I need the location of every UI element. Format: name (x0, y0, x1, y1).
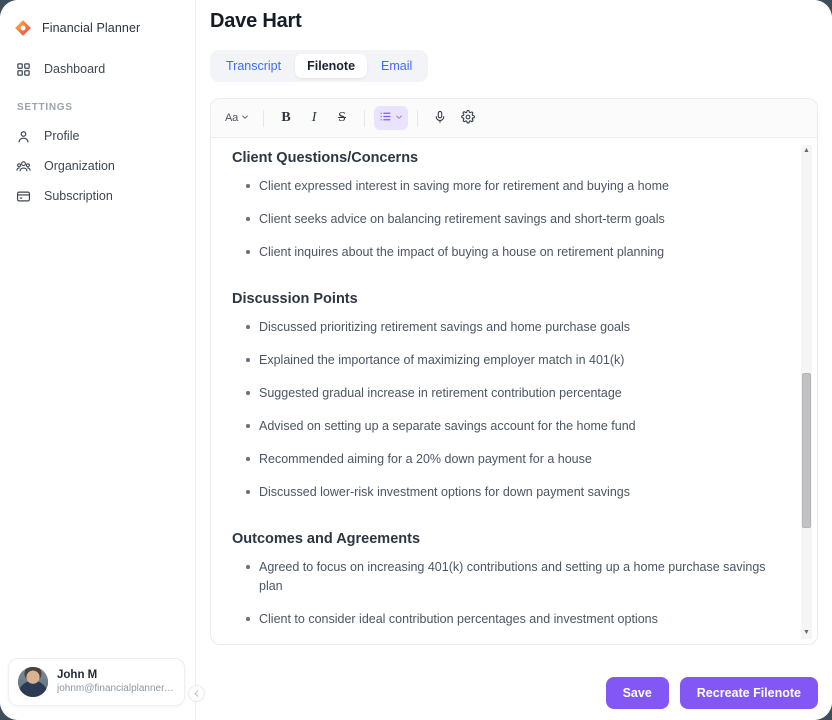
toolbar-divider (417, 109, 419, 127)
sidebar-item-dashboard[interactable]: Dashboard (0, 54, 195, 84)
sidebar-item-organization[interactable]: Organization (0, 151, 195, 181)
document-body: Client Questions/Concerns Client express… (221, 150, 787, 644)
brand[interactable]: Financial Planner (0, 0, 195, 42)
main-content: Dave Hart Transcript Filenote Email Aa B (196, 0, 832, 720)
tab-transcript[interactable]: Transcript (214, 54, 293, 78)
list-item: Suggested gradual increase in retirement… (221, 377, 787, 410)
action-bar: Save Recreate Filenote (605, 677, 818, 709)
recreate-filenote-button[interactable]: Recreate Filenote (679, 677, 818, 709)
font-style-dropdown[interactable]: Aa (220, 106, 254, 130)
chevron-down-icon (241, 113, 249, 123)
section-list: Agreed to focus on increasing 401(k) con… (221, 551, 787, 644)
tab-bar: Transcript Filenote Email (210, 50, 429, 82)
list-item: Client inquires about the impact of buyi… (221, 236, 787, 269)
section-heading: Discussion Points (232, 291, 358, 307)
sidebar: Financial Planner Dashboard SETTINGS Pro… (0, 0, 205, 720)
bulleted-list-icon (379, 110, 392, 126)
scrollbar-thumb[interactable] (802, 373, 811, 529)
scrollbar-track[interactable] (802, 157, 811, 627)
toolbar-divider (263, 109, 265, 127)
user-profile-card[interactable]: John M johnm@financialplanner.com (8, 658, 185, 706)
list-item: Advised on setting up a separate savings… (221, 410, 787, 443)
bold-button[interactable]: B (273, 106, 299, 130)
page-title: Dave Hart (210, 10, 302, 32)
list-item: Recommended aiming for a 20% down paymen… (221, 443, 787, 476)
tab-filenote[interactable]: Filenote (295, 54, 368, 78)
user-icon (15, 128, 32, 145)
italic-button[interactable]: I (301, 106, 327, 130)
sidebar-section-settings: SETTINGS (17, 102, 73, 113)
sidebar-item-profile[interactable]: Profile (0, 121, 195, 151)
list-item: Client to consider ideal contribution pe… (221, 603, 787, 636)
arrow-left-circle-icon[interactable] (188, 685, 205, 702)
toolbar-divider (364, 109, 366, 127)
primary-nav: Dashboard SETTINGS Profile Organization … (0, 54, 195, 211)
section-list: Client expressed interest in saving more… (221, 170, 787, 269)
brand-name: Financial Planner (42, 20, 141, 35)
user-email: johnm@financialplanner.com (57, 683, 175, 694)
section-heading: Client Questions/Concerns (232, 150, 419, 166)
scroll-down-arrow-icon[interactable]: ▼ (803, 627, 810, 639)
grid-icon (15, 61, 32, 78)
filenote-document[interactable]: Client Questions/Concerns Client express… (211, 138, 817, 644)
scroll-up-arrow-icon[interactable]: ▲ (803, 145, 810, 157)
microphone-button[interactable] (427, 106, 453, 130)
sidebar-item-label: Profile (44, 129, 80, 143)
save-button[interactable]: Save (605, 677, 669, 709)
diamond-logo-icon (14, 19, 32, 37)
section-list: Discussed prioritizing retirement saving… (221, 311, 787, 509)
app-window: Financial Planner Dashboard SETTINGS Pro… (0, 0, 832, 720)
bold-icon: B (281, 110, 291, 125)
microphone-icon (433, 110, 447, 127)
list-item: Adviser to create an action plan outlini… (221, 636, 787, 644)
user-name: John M (57, 669, 98, 681)
avatar (18, 667, 48, 697)
strikethrough-button[interactable]: S (329, 106, 355, 130)
gear-icon (461, 109, 475, 127)
section-heading: Outcomes and Agreements (232, 531, 421, 547)
list-item: Explained the importance of maximizing e… (221, 344, 787, 377)
italic-icon: I (311, 110, 317, 125)
list-item: Agreed to focus on increasing 401(k) con… (221, 551, 781, 603)
font-style-label: Aa (225, 112, 239, 124)
filenote-editor-card: Aa B I S Client Questions/Concerns Clien… (210, 98, 818, 645)
sidebar-item-label: Organization (44, 159, 115, 173)
tab-email[interactable]: Email (369, 54, 424, 78)
document-scrollbar[interactable]: ▲ ▼ (801, 145, 812, 639)
chevron-down-icon (395, 113, 403, 123)
list-item: Discussed prioritizing retirement saving… (221, 311, 787, 344)
settings-button[interactable] (455, 106, 481, 130)
sidebar-item-subscription[interactable]: Subscription (0, 181, 195, 211)
credit-card-icon (15, 188, 32, 205)
bulleted-list-button[interactable] (374, 106, 409, 130)
sidebar-item-label: Subscription (44, 189, 113, 203)
people-icon (15, 158, 32, 175)
strikethrough-icon: S (338, 110, 346, 125)
sidebar-item-label: Dashboard (44, 62, 106, 76)
list-item: Discussed lower-risk investment options … (221, 476, 787, 509)
user-text: John M johnm@financialplanner.com (57, 668, 175, 696)
list-item: Client expressed interest in saving more… (221, 170, 787, 203)
list-item: Client seeks advice on balancing retirem… (221, 203, 787, 236)
editor-toolbar: Aa B I S (211, 99, 817, 138)
